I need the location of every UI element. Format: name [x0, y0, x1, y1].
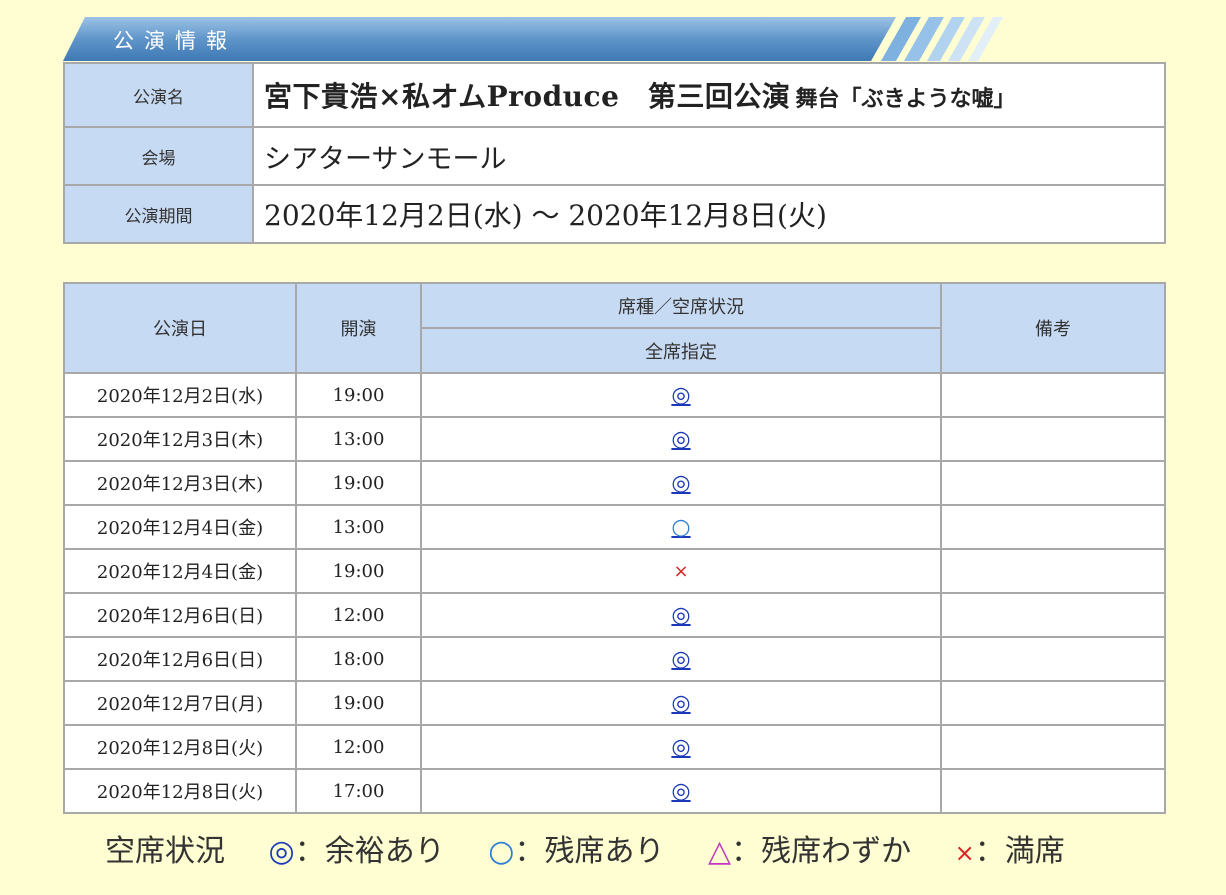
section-header: 公演情報 [63, 15, 1008, 63]
schedule-row: 2020年12月4日(金) 19:00 × [63, 548, 1166, 594]
seats-plenty-link[interactable]: ◎ [671, 735, 690, 760]
info-label-venue: 会場 [63, 126, 254, 186]
header-seat-status: 席種／空席状況 [420, 282, 942, 329]
info-row-venue: 会場 シアターサンモール [63, 126, 1166, 186]
performance-date: 2020年12月3日(木) [63, 460, 297, 506]
legend-few-left-text: ：残席わずか [731, 834, 912, 869]
remarks-cell [940, 724, 1166, 770]
start-time: 12:00 [295, 724, 422, 770]
seats-plenty-link[interactable]: ◎ [671, 383, 690, 408]
seats-plenty-link[interactable]: ◎ [671, 471, 690, 496]
legend-sold-out-text: ：満席 [974, 834, 1065, 869]
seats-plenty-link[interactable]: ◎ [671, 603, 690, 628]
seat-status-legend: 空席状況 ◎：余裕あり ○：残席あり △：残席わずか ×：満席 [105, 826, 1065, 870]
performance-date: 2020年12月4日(金) [63, 504, 297, 550]
header-time: 開演 [295, 282, 422, 374]
performance-title: 宮下貴浩×私オムProduce 第三回公演 [264, 80, 791, 113]
start-time: 19:00 [295, 548, 422, 594]
legend-plenty-icon: ◎ [268, 834, 295, 869]
info-row-period: 公演期間 2020年12月2日(水) 〜 2020年12月8日(火) [63, 184, 1166, 244]
start-time: 13:00 [295, 504, 422, 550]
seat-status-cell: ○ [420, 504, 942, 550]
schedule-row: 2020年12月3日(木) 13:00 ◎ [63, 416, 1166, 462]
start-time: 17:00 [295, 768, 422, 814]
remarks-cell [940, 460, 1166, 506]
performance-date: 2020年12月8日(火) [63, 724, 297, 770]
remarks-cell [940, 548, 1166, 594]
section-title: 公演情報 [113, 29, 237, 53]
start-time: 19:00 [295, 680, 422, 726]
remarks-cell [940, 680, 1166, 726]
seats-plenty-link[interactable]: ◎ [671, 427, 690, 452]
legend-label: 空席状況 [105, 834, 225, 869]
start-time: 12:00 [295, 592, 422, 638]
performance-date: 2020年12月6日(日) [63, 636, 297, 682]
seat-status-cell: ◎ [420, 680, 942, 726]
start-time: 19:00 [295, 372, 422, 418]
info-value-period: 2020年12月2日(水) 〜 2020年12月8日(火) [252, 184, 1166, 244]
info-label-period: 公演期間 [63, 184, 254, 244]
schedule-row: 2020年12月6日(日) 12:00 ◎ [63, 592, 1166, 638]
legend-sold-out-icon: × [954, 839, 975, 867]
performance-date: 2020年12月3日(木) [63, 416, 297, 462]
performance-info-table: 公演名 宮下貴浩×私オムProduce 第三回公演 舞台「ぶきような嘘」 会場 … [63, 62, 1166, 244]
remarks-cell [940, 416, 1166, 462]
seat-status-cell: ◎ [420, 636, 942, 682]
seats-plenty-link[interactable]: ◎ [671, 691, 690, 716]
header-seat-type: 全席指定 [420, 327, 942, 374]
start-time: 18:00 [295, 636, 422, 682]
schedule-row: 2020年12月7日(月) 19:00 ◎ [63, 680, 1166, 726]
sold-out-icon: × [673, 560, 689, 582]
schedule-row: 2020年12月8日(火) 12:00 ◎ [63, 724, 1166, 770]
legend-available-icon: ○ [488, 834, 515, 869]
performance-date: 2020年12月8日(火) [63, 768, 297, 814]
schedule-row: 2020年12月6日(日) 18:00 ◎ [63, 636, 1166, 682]
schedule-row: 2020年12月4日(金) 13:00 ○ [63, 504, 1166, 550]
schedule-row: 2020年12月8日(火) 17:00 ◎ [63, 768, 1166, 814]
performance-date: 2020年12月6日(日) [63, 592, 297, 638]
header-remarks: 備考 [940, 282, 1166, 374]
info-value-name: 宮下貴浩×私オムProduce 第三回公演 舞台「ぶきような嘘」 [252, 62, 1166, 128]
performance-subtitle: 舞台「ぶきような嘘」 [795, 86, 1016, 112]
remarks-cell [940, 768, 1166, 814]
header-date: 公演日 [63, 282, 297, 374]
seat-status-cell: ◎ [420, 372, 942, 418]
seats-available-link[interactable]: ○ [671, 515, 690, 540]
info-row-name: 公演名 宮下貴浩×私オムProduce 第三回公演 舞台「ぶきような嘘」 [63, 62, 1166, 128]
start-time: 13:00 [295, 416, 422, 462]
legend-few-left-icon: △ [708, 834, 732, 869]
seats-plenty-link[interactable]: ◎ [671, 647, 690, 672]
seat-status-cell: × [420, 548, 942, 594]
schedule-row: 2020年12月3日(木) 19:00 ◎ [63, 460, 1166, 506]
seat-status-cell: ◎ [420, 768, 942, 814]
schedule-row: 2020年12月2日(水) 19:00 ◎ [63, 372, 1166, 418]
legend-plenty-text: ：余裕あり [294, 834, 445, 869]
seat-status-cell: ◎ [420, 416, 942, 462]
performance-date: 2020年12月2日(水) [63, 372, 297, 418]
seats-plenty-link[interactable]: ◎ [671, 779, 690, 804]
performance-date: 2020年12月4日(金) [63, 548, 297, 594]
info-label-name: 公演名 [63, 62, 254, 128]
remarks-cell [940, 636, 1166, 682]
seat-status-cell: ◎ [420, 592, 942, 638]
seat-status-cell: ◎ [420, 724, 942, 770]
legend-available-text: ：残席あり [514, 834, 665, 869]
remarks-cell [940, 592, 1166, 638]
remarks-cell [940, 504, 1166, 550]
performance-date: 2020年12月7日(月) [63, 680, 297, 726]
info-value-venue: シアターサンモール [252, 126, 1166, 186]
schedule-table: 公演日 開演 席種／空席状況 備考 全席指定 2020年12月2日(水) 19:0… [63, 282, 1166, 814]
remarks-cell [940, 372, 1166, 418]
start-time: 19:00 [295, 460, 422, 506]
seat-status-cell: ◎ [420, 460, 942, 506]
